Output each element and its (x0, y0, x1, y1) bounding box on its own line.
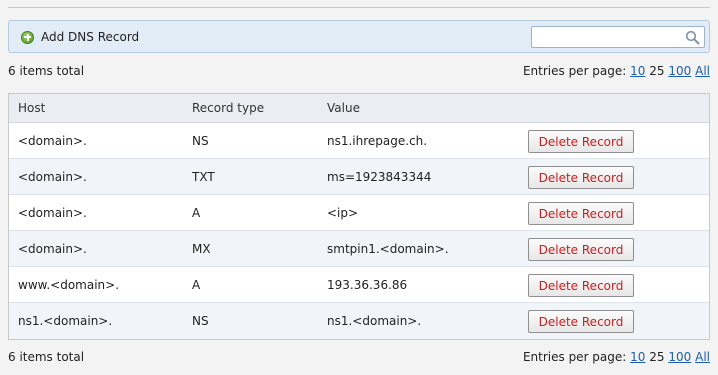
table-row: ns1.<domain>. NS ns1.<domain>. Delete Re… (9, 303, 709, 339)
cell-record-type: MX (192, 241, 211, 256)
add-dns-record-button[interactable]: Add DNS Record (21, 29, 139, 45)
summary-bottom: 6 items total Entries per page: 10 25 10… (8, 348, 710, 366)
cell-host: <domain>. (18, 241, 87, 256)
table-row: <domain>. A <ip> Delete Record (9, 195, 709, 231)
cell-record-type: A (192, 205, 201, 220)
table-row: <domain>. NS ns1.ihrepage.ch. Delete Rec… (9, 123, 709, 159)
column-record-type[interactable]: Record type (192, 101, 264, 115)
cell-host: <domain>. (18, 205, 87, 220)
cell-host: www.<domain>. (18, 277, 120, 292)
entries-label: Entries per page: (522, 64, 627, 78)
top-divider (8, 7, 710, 8)
cell-value: ns1.<domain>. (327, 314, 422, 328)
cell-value: ns1.ihrepage.ch. (327, 133, 428, 148)
entries-label: Entries per page: (522, 350, 627, 364)
cell-record-type: NS (192, 314, 209, 328)
add-circle-icon (21, 30, 34, 44)
page-size-all[interactable]: All (695, 350, 710, 364)
delete-record-button[interactable]: Delete Record (528, 202, 634, 225)
page-size-all[interactable]: All (695, 64, 710, 78)
entries-per-page: Entries per page: 10 25 100 All (523, 64, 710, 78)
page-size-current: 25 (649, 350, 665, 364)
items-total: 6 items total (8, 64, 85, 78)
items-total: 6 items total (8, 350, 85, 364)
add-dns-record-label: Add DNS Record (41, 30, 140, 44)
page-size-10[interactable]: 10 (630, 64, 645, 78)
column-value[interactable]: Value (327, 101, 360, 115)
entries-per-page: Entries per page: 10 25 100 All (523, 350, 710, 364)
cell-host: ns1.<domain>. (18, 314, 113, 328)
cell-host: <domain>. (18, 169, 87, 184)
search-icon[interactable] (685, 30, 700, 45)
cell-record-type: NS (192, 133, 209, 148)
toolbar: Add DNS Record (8, 20, 710, 53)
table-row: <domain>. MX smtpin1.<domain>. Delete Re… (9, 231, 709, 267)
cell-value: 193.36.36.86 (327, 277, 408, 292)
cell-value: ms=1923843344 (327, 169, 432, 184)
dns-records-table: Host Record type Value <domain>. NS ns1.… (8, 93, 710, 340)
cell-value: <ip> (327, 205, 359, 220)
page-size-100[interactable]: 100 (668, 64, 691, 78)
cell-host: <domain>. (18, 133, 87, 148)
page-size-100[interactable]: 100 (668, 350, 691, 364)
table-header: Host Record type Value (9, 94, 709, 123)
search-box[interactable] (531, 26, 705, 48)
summary-top: 6 items total Entries per page: 10 25 10… (8, 62, 710, 80)
delete-record-button[interactable]: Delete Record (528, 310, 634, 333)
table-row: <domain>. TXT ms=1923843344 Delete Recor… (9, 159, 709, 195)
search-input[interactable] (534, 28, 682, 46)
delete-record-button[interactable]: Delete Record (528, 166, 634, 189)
delete-record-button[interactable]: Delete Record (528, 238, 634, 261)
cell-record-type: TXT (192, 169, 215, 184)
page-size-current: 25 (649, 64, 665, 78)
delete-record-button[interactable]: Delete Record (528, 130, 634, 153)
column-host[interactable]: Host (18, 101, 45, 115)
cell-record-type: A (192, 277, 201, 292)
page-size-10[interactable]: 10 (630, 350, 645, 364)
cell-value: smtpin1.<domain>. (327, 241, 449, 256)
delete-record-button[interactable]: Delete Record (528, 274, 634, 297)
table-row: www.<domain>. A 193.36.36.86 Delete Reco… (9, 267, 709, 303)
